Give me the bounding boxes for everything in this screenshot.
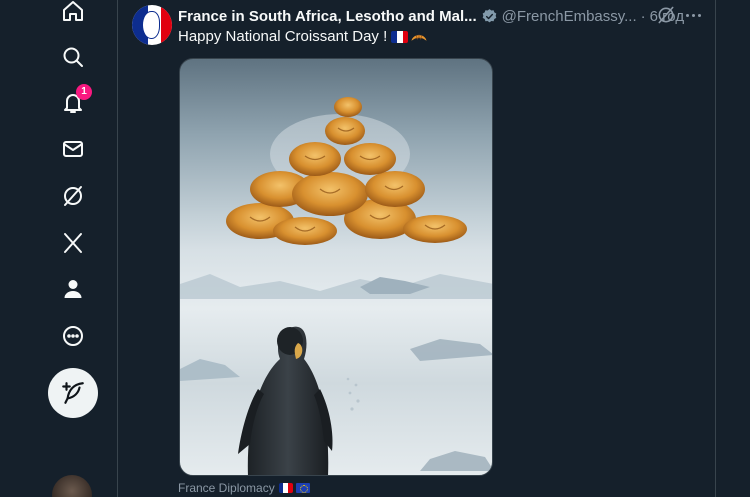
x-logo-icon[interactable] [56, 226, 90, 260]
notification-badge: 1 [76, 84, 92, 100]
france-flag-small-icon [278, 483, 293, 493]
compose-post-button[interactable] [48, 368, 98, 418]
feather-plus-icon [62, 382, 84, 404]
post-body: Happy National Croissant Day ! [178, 28, 388, 45]
grok-nav-icon[interactable] [56, 179, 90, 213]
person-icon[interactable] [56, 272, 90, 306]
post-image[interactable] [179, 58, 493, 476]
sidebar-nav: 1 [0, 0, 118, 497]
eu-flag-icon [295, 483, 310, 493]
caption-text[interactable]: France Diplomacy [178, 481, 275, 495]
timeline-column: France in South Africa, Lesotho and Mal.… [118, 0, 716, 497]
author-handle[interactable]: @FrenchEmbassy... [502, 8, 637, 25]
croissant-mountain-penguin-illustration [180, 97, 492, 475]
verified-badge-icon [482, 8, 496, 22]
account-avatar[interactable] [52, 475, 92, 497]
header-separator: · [640, 7, 646, 25]
post-header: France in South Africa, Lesotho and Mal.… [178, 6, 684, 26]
more-circle-icon[interactable] [56, 319, 90, 353]
media-caption: France Diplomacy [178, 481, 310, 495]
france-flag-icon [391, 30, 409, 43]
croissant-icon [411, 34, 427, 41]
envelope-icon[interactable] [56, 132, 90, 166]
author-display-name[interactable]: France in South Africa, Lesotho and Mal.… [178, 8, 477, 25]
author-avatar[interactable] [132, 5, 172, 45]
bell-icon[interactable]: 1 [56, 84, 92, 120]
grok-icon[interactable] [656, 5, 676, 25]
search-icon[interactable] [56, 40, 90, 74]
post-text: Happy National Croissant Day ! [178, 28, 428, 45]
home-icon[interactable] [56, 0, 90, 28]
more-options-icon[interactable] [682, 5, 704, 25]
